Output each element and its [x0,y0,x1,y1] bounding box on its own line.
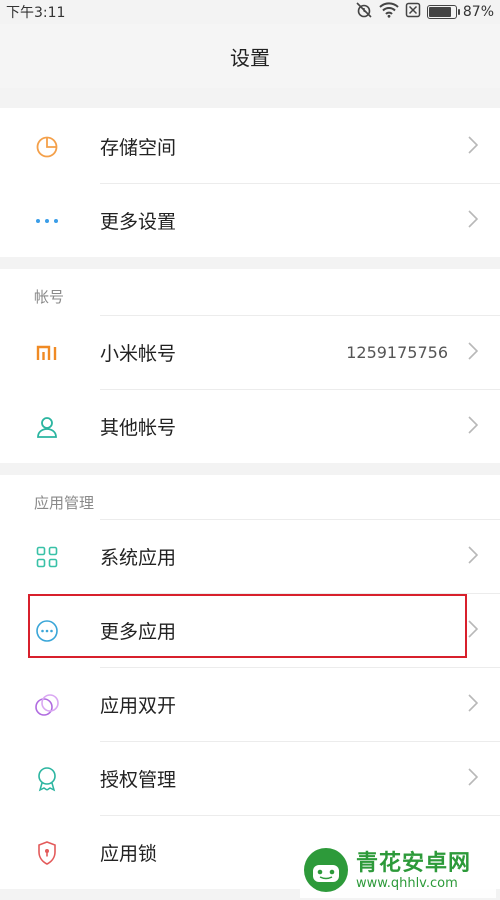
settings-item-storage[interactable]: 存储空间 [0,110,500,183]
battery-icon [426,5,460,19]
chevron-right-icon [468,693,479,716]
settings-item-permissions[interactable]: 授权管理 [0,742,500,815]
settings-item-label: 更多设置 [100,211,177,233]
chevron-right-icon [468,135,479,158]
chevron-right-icon [468,767,479,790]
settings-item-label: 存储空间 [100,137,177,159]
page-title: 设置 [230,45,270,70]
chevron-right-icon [468,209,479,232]
chevron-right-icon [468,619,479,642]
chevron-right-icon [468,415,479,438]
storage-pie-icon [34,134,60,160]
sim-off-icon [405,2,421,22]
settings-item-dual-apps[interactable]: 应用双开 [0,668,500,741]
status-bar: 下午3:11 87% [0,0,500,24]
shield-lock-icon [34,840,60,866]
watermark-url: www.qhhlv.com [356,876,458,891]
section-gap [0,257,500,269]
section-header-label: 帐号 [34,287,65,306]
person-icon [34,414,60,440]
award-icon [34,766,60,792]
battery-percent: 87% [462,4,494,20]
settings-item-label: 系统应用 [100,547,177,569]
settings-item-label: 应用双开 [100,695,177,717]
mi-account-id: 1259175756 [346,343,448,362]
settings-item-other-accounts[interactable]: 其他帐号 [0,390,500,463]
site-watermark: 青花安卓网 www.qhhlv.com [300,844,496,898]
highlight-box [28,594,467,658]
grid-apps-icon [34,544,60,570]
settings-item-label: 授权管理 [100,769,177,791]
status-time: 下午3:11 [6,5,66,21]
title-bar: 设置 [0,24,500,88]
settings-item-more-settings[interactable]: 更多设置 [0,184,500,257]
section-gap [0,88,500,108]
watermark-logo-icon [300,843,352,899]
status-icons: 87% [355,1,494,23]
settings-item-label: 其他帐号 [100,417,177,439]
settings-item-system-apps[interactable]: 系统应用 [0,520,500,593]
chevron-right-icon [468,341,479,364]
watermark-title: 青花安卓网 [356,851,472,876]
wifi-icon [379,2,399,22]
section-header-label: 应用管理 [34,493,95,512]
dual-circles-icon [34,692,60,718]
settings-item-mi-account[interactable]: 小米帐号 1259175756 [0,316,500,389]
alarm-off-icon [355,1,373,23]
settings-item-label: 应用锁 [100,843,158,865]
settings-item-label: 小米帐号 [100,343,177,365]
more-dots-icon [34,208,60,234]
section-gap [0,463,500,475]
chevron-right-icon [468,545,479,568]
mi-logo-icon [34,340,60,366]
